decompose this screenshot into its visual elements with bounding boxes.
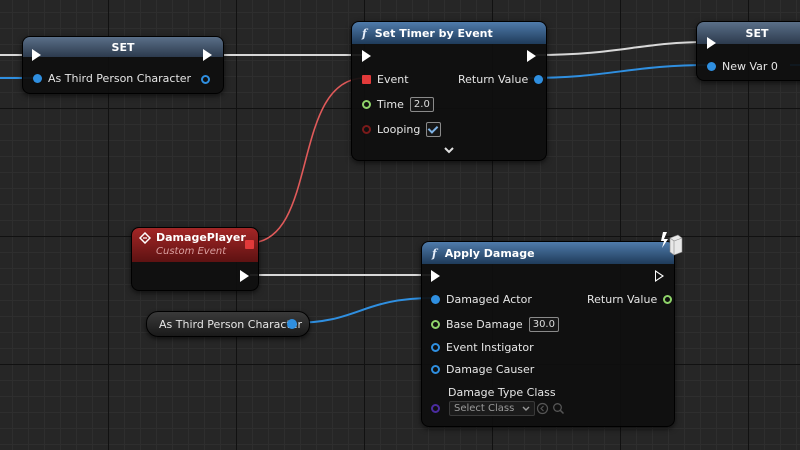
cast-reference-node[interactable]: As Third Person Character: [146, 311, 310, 337]
apply-damage-node[interactable]: f Apply Damage Damaged Actor Return Valu…: [421, 232, 683, 427]
function-icon: f: [432, 246, 437, 260]
chevron-down-icon[interactable]: [444, 147, 454, 154]
base-damage-pin[interactable]: [431, 320, 440, 329]
set-timer-node[interactable]: f Set Timer by Event Event Return Value …: [351, 21, 547, 161]
time-label: Time: [377, 98, 404, 111]
set-node-var-label: As Third Person Character: [48, 72, 192, 85]
damage-type-class-label: Damage Type Class: [448, 386, 556, 399]
return-value-pin[interactable]: [534, 75, 544, 84]
exec-out-pin[interactable]: [655, 270, 664, 282]
base-damage-label: Base Damage: [446, 318, 523, 331]
looping-checkbox[interactable]: [426, 122, 442, 137]
event-diamond-icon: [139, 232, 151, 244]
damage-causer-pin[interactable]: [431, 365, 440, 374]
set-node-title: SET: [111, 40, 135, 54]
cast-reference-out-pin[interactable]: [287, 319, 297, 329]
exec-in-pin[interactable]: [707, 37, 716, 49]
event-instigator-row: Event Instigator: [431, 341, 534, 354]
time-in-pin[interactable]: [362, 100, 371, 109]
return-value-pin[interactable]: [663, 295, 673, 304]
delegate-wire-event: [248, 77, 366, 244]
damage-type-class-row: Damage Type Class: [431, 386, 556, 413]
time-value-input[interactable]: 2.0: [409, 97, 434, 112]
event-pin-row: Event: [362, 73, 409, 86]
event-instigator-label: Event Instigator: [446, 341, 534, 354]
event-label: Event: [377, 73, 409, 86]
function-icon: f: [362, 26, 367, 40]
looping-in-pin[interactable]: [362, 125, 371, 134]
new-var-row: New Var 0: [707, 60, 778, 73]
exec-out-pin[interactable]: [527, 50, 536, 62]
damaged-actor-label: Damaged Actor: [446, 293, 532, 306]
set-node-var-row: As Third Person Character: [33, 72, 191, 85]
object-wire-return-to-var: [527, 64, 711, 79]
exec-out-pin[interactable]: [203, 49, 212, 61]
set-timer-title: Set Timer by Event: [374, 26, 493, 40]
base-damage-input[interactable]: 30.0: [528, 317, 559, 332]
return-value-row: Return Value: [458, 73, 544, 86]
return-value-label: Return Value: [587, 293, 658, 306]
authority-server-icon: [661, 232, 683, 256]
base-damage-row: Base Damage 30.0: [431, 317, 559, 332]
cast-reference-label: As Third Person Character: [159, 317, 303, 331]
damage-causer-label: Damage Causer: [446, 363, 535, 376]
event-subtitle: Custom Event: [156, 246, 227, 257]
exec-in-pin[interactable]: [362, 50, 371, 62]
use-selected-icon[interactable]: [536, 402, 549, 415]
apply-damage-title: Apply Damage: [444, 246, 535, 260]
delegate-in-pin[interactable]: [362, 75, 371, 84]
damaged-actor-row: Damaged Actor: [431, 293, 532, 306]
browse-search-icon[interactable]: [552, 402, 565, 415]
return-value-row: Return Value: [587, 293, 673, 306]
apply-damage-header: f Apply Damage: [422, 242, 674, 264]
damage-type-class-pin[interactable]: [431, 404, 440, 413]
event-instigator-pin[interactable]: [431, 343, 440, 352]
exec-in-pin[interactable]: [32, 49, 41, 61]
select-class-label: Select Class: [454, 403, 515, 414]
new-var-label: New Var 0: [722, 60, 778, 73]
exec-in-pin[interactable]: [431, 270, 440, 282]
set-node-left[interactable]: SET As Third Person Character: [22, 36, 224, 94]
exec-wire-timer-to-set: [535, 41, 709, 56]
looping-label: Looping: [377, 123, 421, 136]
chevron-down-icon: [522, 406, 530, 411]
event-header: DamagePlayer Custom Event: [132, 228, 258, 262]
set-node-header: SET: [23, 37, 223, 57]
damage-player-event-node[interactable]: DamagePlayer Custom Event: [131, 227, 259, 291]
new-var-in-pin[interactable]: [707, 62, 716, 71]
set-node-right[interactable]: SET New Var 0: [696, 21, 800, 81]
object-wire-ref-to-actor: [291, 297, 435, 324]
looping-pin-row: Looping: [362, 122, 442, 137]
damage-causer-row: Damage Causer: [431, 363, 534, 376]
exec-out-pin[interactable]: [240, 270, 249, 282]
delegate-out-pin[interactable]: [245, 240, 254, 249]
object-out-pin[interactable]: [201, 75, 210, 84]
return-value-label: Return Value: [458, 73, 529, 86]
time-pin-row: Time 2.0: [362, 97, 434, 112]
select-class-dropdown[interactable]: Select Class: [449, 401, 536, 416]
event-title: DamagePlayer: [156, 231, 246, 244]
object-in-pin[interactable]: [33, 74, 42, 83]
damaged-actor-pin[interactable]: [431, 295, 440, 304]
set-node-right-title: SET: [745, 26, 769, 40]
set-timer-header: f Set Timer by Event: [352, 22, 546, 44]
